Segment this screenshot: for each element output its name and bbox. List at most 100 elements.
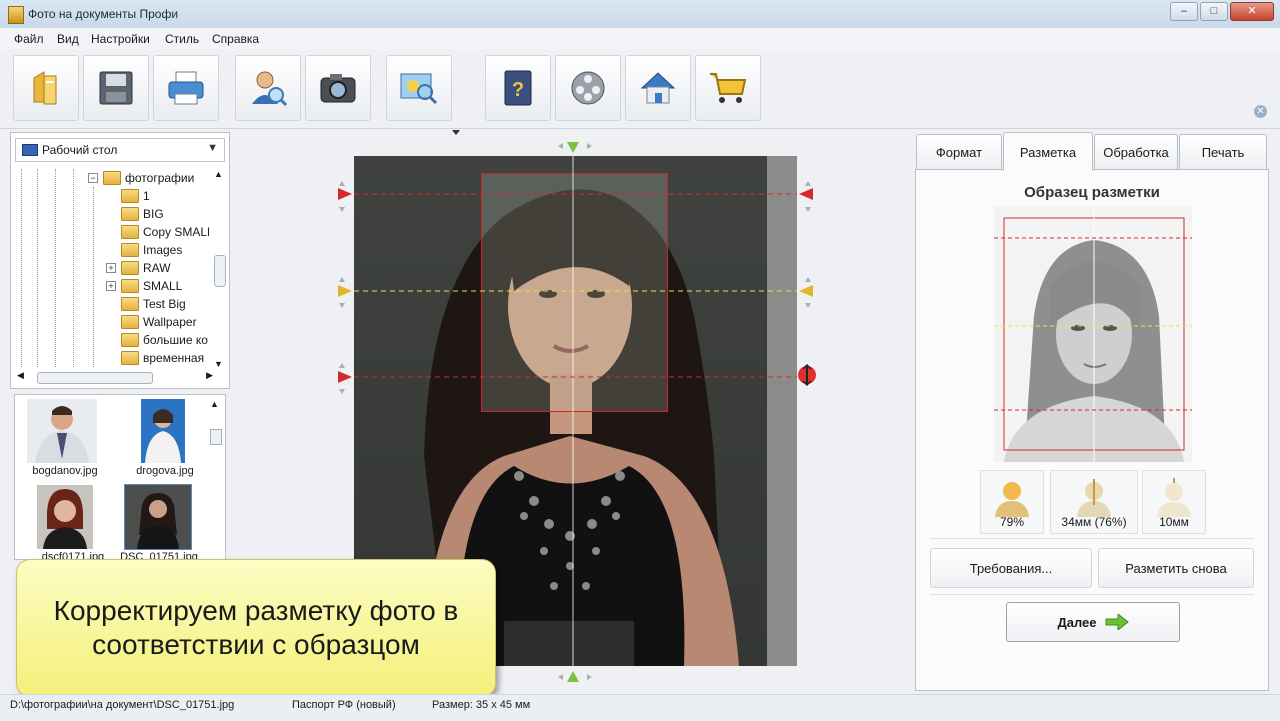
desktop-icon bbox=[22, 144, 38, 156]
location-dropdown[interactable]: Рабочий стол ▼ bbox=[15, 138, 225, 162]
thumbnail-item[interactable]: drogova.jpg bbox=[115, 397, 197, 479]
collapse-icon[interactable]: − bbox=[88, 173, 98, 183]
sample-markup-image bbox=[994, 206, 1192, 462]
tree-node-label: большие ко bbox=[143, 333, 208, 347]
tree-node-photos[interactable]: фотографии bbox=[103, 169, 194, 187]
toolbar-close-icon[interactable]: ✕ bbox=[1254, 105, 1267, 118]
folder-icon bbox=[121, 225, 139, 239]
scroll-right-icon[interactable]: ▶ bbox=[206, 370, 213, 381]
svg-text:?: ? bbox=[512, 79, 524, 101]
print-button[interactable] bbox=[153, 55, 219, 121]
scroll-thumb[interactable] bbox=[214, 255, 226, 287]
thumbnail-image bbox=[27, 399, 97, 463]
stat-face-height: 79% bbox=[980, 470, 1044, 534]
photo-search-icon bbox=[400, 73, 438, 105]
save-button[interactable] bbox=[83, 55, 149, 121]
status-file-path: D:\фотографии\на документ\DSC_01751.jpg bbox=[10, 699, 235, 711]
folder-icon bbox=[121, 279, 139, 293]
home-button[interactable] bbox=[625, 55, 691, 121]
tree-node[interactable]: большие ко bbox=[121, 331, 208, 349]
help-book-icon: ? bbox=[504, 70, 532, 106]
tree-node[interactable]: Images bbox=[121, 241, 182, 259]
redo-markup-button[interactable]: Разметить снова bbox=[1098, 548, 1254, 588]
maximize-button[interactable]: □ bbox=[1200, 2, 1228, 21]
head-size-icon bbox=[1077, 479, 1111, 517]
title-bar: Фото на документы Профи – □ ✕ bbox=[0, 0, 1280, 29]
tree-horizontal-scrollbar[interactable]: ◀ ▶ bbox=[17, 370, 213, 384]
menu-help[interactable]: Справка bbox=[212, 32, 259, 46]
scroll-down-icon[interactable]: ▼ bbox=[214, 359, 223, 369]
thumbnail-scrollbar[interactable]: ▲ bbox=[210, 399, 222, 549]
thumbnail-item[interactable]: dscf0171.jpg bbox=[23, 483, 105, 559]
tree-node-label: Wallpaper bbox=[143, 315, 197, 329]
scroll-thumb[interactable] bbox=[210, 429, 222, 445]
app-icon bbox=[8, 6, 24, 24]
scroll-up-icon[interactable]: ▲ bbox=[214, 169, 223, 179]
expand-icon[interactable]: + bbox=[106, 281, 116, 291]
next-button-label: Далее bbox=[1057, 614, 1097, 630]
tree-node[interactable]: BIG bbox=[121, 205, 164, 223]
photo-search-dropdown-arrow[interactable] bbox=[452, 130, 460, 135]
menu-settings[interactable]: Настройки bbox=[91, 32, 150, 46]
camera-icon bbox=[320, 74, 356, 103]
photo-search-button[interactable] bbox=[386, 55, 452, 121]
tree-node-label: SMALL bbox=[143, 279, 183, 293]
window-title: Фото на документы Профи bbox=[28, 7, 179, 21]
tree-node[interactable]: Test Big bbox=[121, 295, 186, 313]
minimize-button[interactable]: – bbox=[1170, 2, 1198, 21]
tree-node[interactable]: SMALL bbox=[121, 277, 182, 295]
folder-icon bbox=[121, 297, 139, 311]
tree-node-label: фотографии bbox=[125, 171, 195, 185]
tree-node-label: Test Big bbox=[143, 297, 186, 311]
scroll-thumb[interactable] bbox=[37, 372, 153, 384]
stat-head-size: 34мм (76%) bbox=[1050, 470, 1138, 534]
thumbnail-name: drogova.jpg bbox=[136, 465, 194, 477]
thumbnail-item[interactable]: bogdanov.jpg bbox=[15, 397, 98, 479]
tree-node-label: RAW bbox=[143, 261, 171, 275]
folder-icon bbox=[121, 333, 139, 347]
thumbnail-image bbox=[127, 399, 197, 463]
folder-browser: Рабочий стол ▼ − фотографии 1 BIG Copy S… bbox=[10, 132, 230, 389]
tree-node[interactable]: Copy SMALL bbox=[121, 223, 209, 241]
tab-markup[interactable]: Разметка bbox=[1003, 132, 1093, 171]
cart-button[interactable] bbox=[695, 55, 761, 121]
tree-node[interactable]: RAW bbox=[121, 259, 171, 277]
camera-button[interactable] bbox=[305, 55, 371, 121]
tab-processing[interactable]: Обработка bbox=[1094, 134, 1178, 169]
requirements-button[interactable]: Требования... bbox=[930, 548, 1092, 588]
help-button[interactable]: ? bbox=[485, 55, 551, 121]
shopping-cart-icon bbox=[710, 73, 747, 103]
menu-file[interactable]: Файл bbox=[14, 32, 44, 46]
folder-icon bbox=[121, 261, 139, 275]
user-search-button[interactable] bbox=[235, 55, 301, 121]
thumbnail-image bbox=[37, 485, 93, 549]
expand-icon[interactable]: + bbox=[106, 263, 116, 273]
arrow-right-icon bbox=[1105, 614, 1129, 630]
thumbnail-image bbox=[124, 484, 192, 550]
open-button[interactable] bbox=[13, 55, 79, 121]
video-button[interactable] bbox=[555, 55, 621, 121]
settings-tabs: Формат Разметка Обработка Печать bbox=[916, 132, 1267, 171]
top-center-handle bbox=[558, 142, 592, 153]
menu-view[interactable]: Вид bbox=[57, 32, 79, 46]
close-button[interactable]: ✕ bbox=[1230, 2, 1274, 21]
tree-node[interactable]: 1 bbox=[121, 187, 150, 205]
tab-print[interactable]: Печать bbox=[1179, 134, 1267, 169]
instruction-banner: Корректируем разметку фото в соответстви… bbox=[16, 559, 496, 697]
tree-node-label: Copy SMALL bbox=[143, 225, 209, 239]
folder-icon bbox=[121, 207, 139, 221]
save-icon bbox=[99, 71, 133, 105]
next-button[interactable]: Далее bbox=[1006, 602, 1180, 642]
tree-node[interactable]: временная bbox=[121, 349, 204, 367]
tree-node[interactable]: Wallpaper bbox=[121, 313, 197, 331]
thumbnail-item-selected[interactable]: DSC_01751.jpg bbox=[103, 483, 198, 559]
stat-value: 10мм bbox=[1159, 515, 1189, 529]
tree-vertical-scrollbar[interactable]: ▲ ▼ bbox=[213, 169, 226, 369]
scroll-left-icon[interactable]: ◀ bbox=[17, 370, 24, 381]
scroll-up-icon[interactable]: ▲ bbox=[210, 399, 219, 409]
menu-style[interactable]: Стиль bbox=[165, 32, 199, 46]
top-margin-icon bbox=[1157, 478, 1191, 517]
folder-icon bbox=[121, 189, 139, 203]
user-search-icon bbox=[252, 71, 288, 107]
tab-format[interactable]: Формат bbox=[916, 134, 1002, 169]
